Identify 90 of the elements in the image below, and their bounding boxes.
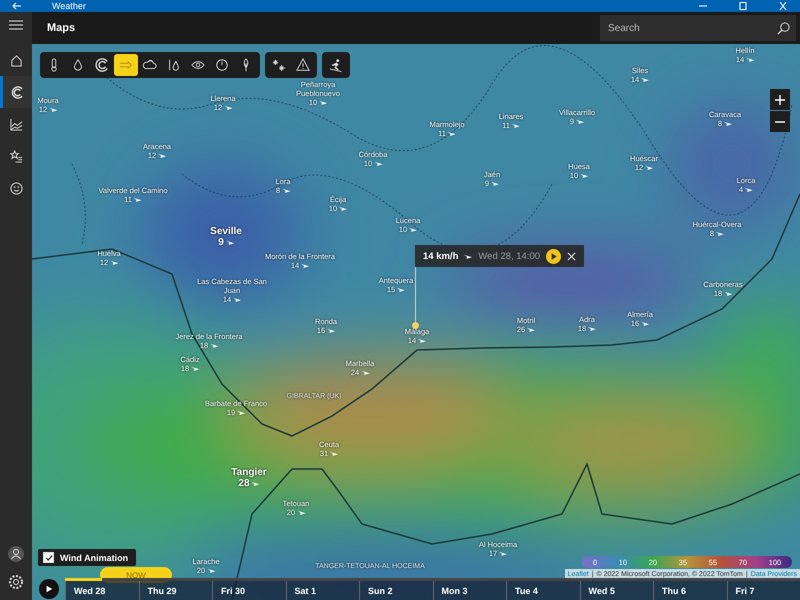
wind-arrow-icon <box>418 338 426 343</box>
account-icon[interactable] <box>8 546 24 562</box>
checkbox-label: Wind Animation <box>60 552 128 562</box>
checkbox[interactable] <box>43 552 54 563</box>
search-input[interactable]: Search <box>606 22 777 34</box>
wind-arrow-icon <box>527 327 536 332</box>
day-label[interactable]: Thu 29 <box>138 581 212 600</box>
chart-icon <box>10 118 22 130</box>
day-label[interactable]: Fri 30 <box>212 581 286 600</box>
close-icon[interactable] <box>567 252 576 260</box>
wind-arrow-icon <box>512 123 520 128</box>
wind-arrow-icon <box>301 263 310 268</box>
wind-arrow-icon <box>224 105 232 110</box>
day-label[interactable]: Sun 2 <box>359 581 432 600</box>
wind-arrow-icon <box>491 181 500 186</box>
home-icon <box>10 54 22 66</box>
city-name: Tangier <box>231 467 267 478</box>
wind-arrow-icon <box>397 287 406 292</box>
day-label[interactable]: Fri 7 <box>726 581 800 600</box>
zoom-out-button[interactable] <box>770 111 790 132</box>
wind-arrow-icon <box>448 131 456 136</box>
location-pin <box>412 322 419 329</box>
wind-arrow-icon <box>237 410 246 415</box>
wind-animation-checkbox[interactable]: Wind Animation <box>38 549 136 566</box>
wind-speed: 28 <box>238 478 250 489</box>
settings-icon[interactable] <box>8 574 24 590</box>
wind-arrow-icon <box>339 206 348 211</box>
wind-arrow-icon <box>191 366 200 371</box>
wind-arrow-icon <box>724 291 732 296</box>
wind-arrow-icon <box>641 77 650 82</box>
tooltip-time: Wed 28, 14:00 <box>478 250 540 262</box>
clouds-icon <box>143 58 157 72</box>
wind-arrow-icon <box>110 260 118 265</box>
wind-arrow-icon <box>319 100 328 105</box>
day-label[interactable]: Thu 6 <box>653 581 726 600</box>
humidity-icon <box>167 58 181 72</box>
back-arrow-icon[interactable] <box>12 2 22 10</box>
tooltip-speed: 14 km/h <box>423 250 458 262</box>
wind-arrow-icon <box>134 197 142 202</box>
wind-arrow-icon <box>233 297 242 302</box>
wind-arrow-icon <box>297 510 306 515</box>
visibility-icon <box>191 58 205 72</box>
city-name: Seville <box>210 226 242 237</box>
wind-arrow-icon <box>499 551 508 556</box>
wind-arrow-icon <box>226 240 234 245</box>
wind-arrow-icon <box>745 187 754 192</box>
ski-icon <box>329 58 343 72</box>
wind-arrow-icon <box>207 568 216 573</box>
wind-arrow-icon <box>464 254 472 258</box>
wind-arrow-icon <box>49 107 58 112</box>
search-field[interactable]: Search <box>600 15 796 41</box>
smiley-icon <box>10 182 22 194</box>
play-icon <box>45 585 53 593</box>
day-label[interactable]: Sat 1 <box>286 581 359 600</box>
wind-arrow-icon <box>724 121 732 126</box>
wind-arrow-icon <box>330 451 338 456</box>
wind-arrow-icon <box>746 57 754 62</box>
window-title: Weather <box>52 0 86 12</box>
wind-arrow-icon <box>158 153 166 158</box>
wind-arrow-icon <box>210 343 218 348</box>
plus-icon <box>775 94 785 104</box>
wind-arrow-icon <box>716 231 724 236</box>
maximize-icon[interactable] <box>738 2 748 10</box>
page-title: Maps <box>47 22 76 34</box>
star-list-icon <box>10 150 22 162</box>
wind-arrow-icon <box>588 326 596 331</box>
warning-icon <box>296 58 310 72</box>
wind-arrow-icon <box>580 173 588 178</box>
day-label[interactable]: Tue 4 <box>506 581 580 600</box>
wind-speed: 9 <box>218 237 224 248</box>
wind-arrow-icon <box>576 119 584 124</box>
snow-icon <box>272 58 286 72</box>
zoom-in-button[interactable] <box>770 89 790 110</box>
timeline-track[interactable] <box>65 578 800 581</box>
wind-arrow-icon <box>641 321 650 326</box>
wind-arrow-icon <box>361 370 370 375</box>
maps-nav-item[interactable] <box>0 76 32 108</box>
wind-arrow-icon <box>374 161 382 166</box>
day-label[interactable]: Wed 5 <box>580 581 653 600</box>
wind-arrow-icon <box>327 328 336 333</box>
wind-arrow-icon <box>282 188 290 193</box>
day-label[interactable]: Wed 28 <box>65 581 138 600</box>
search-icon[interactable] <box>777 22 790 34</box>
precipitation-icon <box>71 58 85 72</box>
wind-arrow-icon <box>645 165 654 170</box>
play-icon[interactable] <box>546 248 562 264</box>
wind-arrow-icon <box>252 481 260 486</box>
wind-arrow-icon <box>409 227 418 232</box>
menu-icon[interactable] <box>9 20 23 30</box>
day-label[interactable]: Mon 3 <box>432 581 506 600</box>
